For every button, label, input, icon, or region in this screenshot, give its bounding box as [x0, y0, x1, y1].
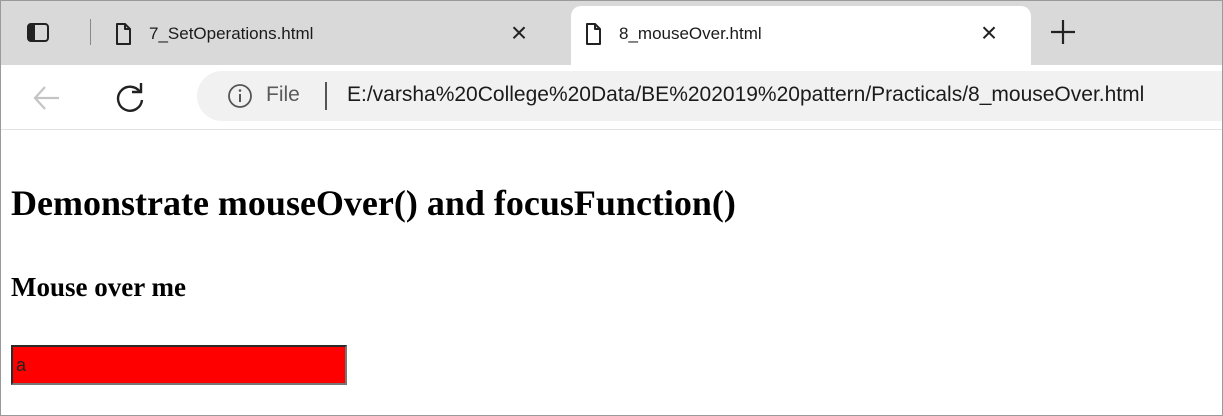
url-text[interactable]: E:/varsha%20College%20Data/BE%202019%20p…	[347, 83, 1144, 107]
page-heading: Demonstrate mouseOver() and focusFunctio…	[11, 183, 736, 223]
tab-strip-divider	[90, 19, 91, 45]
new-tab-plus-icon[interactable]	[1046, 15, 1080, 49]
close-tab-icon[interactable]: ×	[977, 19, 1001, 47]
info-icon[interactable]	[227, 83, 253, 109]
page-icon	[116, 23, 131, 45]
tab-actions-icon	[27, 23, 49, 42]
scheme-label: File	[266, 83, 300, 106]
back-arrow-icon[interactable]	[27, 79, 65, 117]
page-icon	[586, 23, 601, 45]
page-content: Demonstrate mouseOver() and focusFunctio…	[1, 130, 1222, 415]
close-tab-icon[interactable]: ×	[507, 19, 531, 47]
tab-mouse-over[interactable]: 8_mouseOver.html ×	[571, 6, 1031, 65]
navigation-toolbar: File E:/varsha%20College%20Data/BE%20201…	[1, 65, 1222, 130]
address-divider	[325, 82, 327, 110]
tab-actions-button[interactable]	[21, 17, 55, 51]
focus-text-input[interactable]	[11, 345, 347, 385]
tab-title: 8_mouseOver.html	[619, 24, 762, 43]
mouse-over-heading[interactable]: Mouse over me	[11, 272, 186, 303]
refresh-icon[interactable]	[111, 79, 149, 117]
tab-strip: 7_SetOperations.html × 8_mouseOver.html …	[1, 1, 1222, 65]
browser-window: 7_SetOperations.html × 8_mouseOver.html …	[0, 0, 1223, 416]
tab-set-operations[interactable]: 7_SetOperations.html ×	[101, 8, 561, 58]
address-bar[interactable]: File E:/varsha%20College%20Data/BE%20201…	[197, 71, 1222, 121]
tab-title: 7_SetOperations.html	[149, 24, 314, 43]
